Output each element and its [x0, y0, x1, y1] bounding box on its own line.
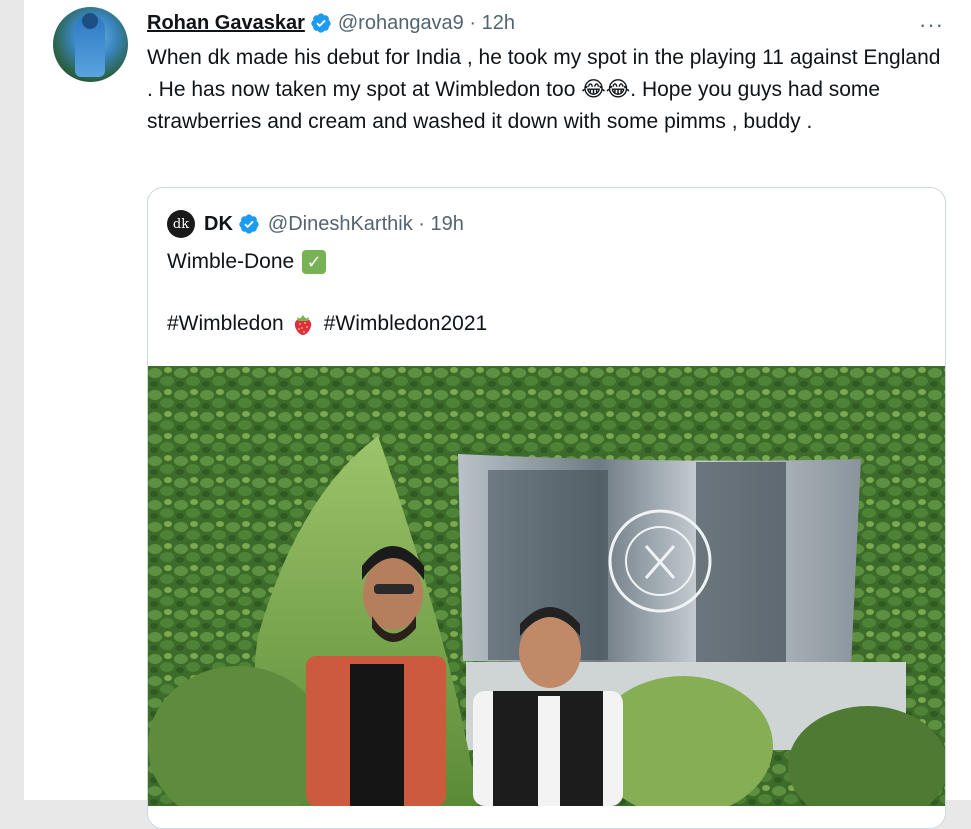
author-name[interactable]: Rohan Gavaskar — [147, 12, 305, 35]
verified-badge-icon — [239, 214, 259, 234]
hashtag-wimbledon2021[interactable]: #Wimbledon2021 — [324, 312, 487, 336]
quoted-tweet-line1: Wimble-Done ✓ — [167, 250, 327, 274]
tweet-text: When dk made his debut for India , he to… — [147, 46, 941, 133]
quoted-tweet-hashtags: #Wimbledon #Wimbledon2021 — [167, 312, 487, 336]
quoted-tweet-photo[interactable] — [148, 366, 945, 806]
quoted-tweet-header: dk DK @DineshKarthik · 19h — [167, 210, 464, 238]
quoted-author-name[interactable]: DK — [204, 213, 233, 236]
strawberry-icon — [294, 315, 311, 335]
check-mark-icon: ✓ — [302, 250, 327, 274]
tweet-header: Rohan Gavaskar @rohangava9 · 12h — [147, 11, 515, 35]
author-handle-time[interactable]: @rohangava9 · 12h — [338, 12, 515, 35]
verified-badge-icon — [311, 13, 331, 33]
author-avatar[interactable] — [53, 7, 128, 82]
hashtag-wimbledon[interactable]: #Wimbledon — [167, 312, 284, 336]
more-options-icon[interactable]: ··· — [919, 12, 944, 38]
quoted-author-handle-time[interactable]: @DineshKarthik · 19h — [268, 213, 464, 236]
quoted-author-avatar[interactable]: dk — [167, 210, 195, 238]
quoted-text: Wimble-Done — [167, 250, 295, 273]
quoted-tweet[interactable]: dk DK @DineshKarthik · 19h Wimble-Done ✓… — [147, 187, 946, 829]
tweet-card[interactable]: Rohan Gavaskar @rohangava9 · 12h ··· Whe… — [24, 0, 971, 829]
